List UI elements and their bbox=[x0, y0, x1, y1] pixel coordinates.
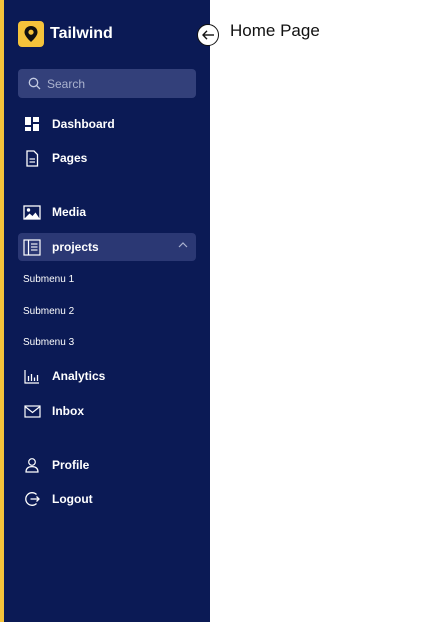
sidebar-item-label: Media bbox=[52, 205, 87, 219]
sidebar-item-dashboard[interactable]: Dashboard bbox=[18, 110, 196, 138]
sidebar-item-analytics[interactable]: Analytics bbox=[18, 362, 196, 390]
search-input[interactable] bbox=[45, 75, 189, 92]
sidebar-item-label: Dashboard bbox=[52, 117, 115, 131]
sidebar-item-label: Analytics bbox=[52, 369, 106, 383]
sidebar-item-logout[interactable]: Logout bbox=[18, 485, 196, 513]
submenu-item-1[interactable]: Submenu 1 bbox=[23, 274, 74, 285]
sidebar-item-inbox[interactable]: Inbox bbox=[18, 397, 196, 425]
sidebar-item-label: projects bbox=[52, 240, 99, 254]
sidebar-item-projects[interactable]: projects bbox=[18, 233, 196, 261]
image-icon bbox=[22, 202, 42, 222]
submenu-item-2[interactable]: Submenu 2 bbox=[23, 306, 74, 317]
bar-chart-icon bbox=[22, 366, 42, 386]
sidebar-item-media[interactable]: Media bbox=[18, 198, 196, 226]
projects-icon bbox=[22, 237, 42, 257]
document-icon bbox=[22, 148, 42, 168]
sidebar-item-label: Inbox bbox=[52, 404, 84, 418]
submenu-item-3[interactable]: Submenu 3 bbox=[23, 337, 74, 348]
sidebar-item-label: Pages bbox=[52, 151, 88, 165]
sidebar-item-label: Profile bbox=[52, 458, 90, 472]
sidebar-item-pages[interactable]: Pages bbox=[18, 144, 196, 172]
user-icon bbox=[22, 455, 42, 475]
chevron-up-icon[interactable] bbox=[178, 241, 188, 248]
sidebar-item-profile[interactable]: Profile bbox=[18, 451, 196, 479]
collapse-sidebar-button[interactable] bbox=[197, 24, 219, 46]
search-icon bbox=[28, 77, 41, 90]
sidebar: Tailwind Dashboard bbox=[4, 0, 210, 622]
logout-icon bbox=[22, 489, 42, 509]
mail-icon bbox=[22, 401, 42, 421]
page-title: Home Page bbox=[230, 21, 320, 40]
map-pin-icon bbox=[18, 20, 44, 47]
arrow-left-icon bbox=[201, 29, 215, 41]
brand[interactable]: Tailwind bbox=[18, 20, 113, 47]
search-box[interactable] bbox=[18, 69, 196, 98]
sidebar-item-label: Logout bbox=[52, 492, 93, 506]
brand-name: Tailwind bbox=[50, 24, 113, 42]
dashboard-icon bbox=[22, 114, 42, 134]
